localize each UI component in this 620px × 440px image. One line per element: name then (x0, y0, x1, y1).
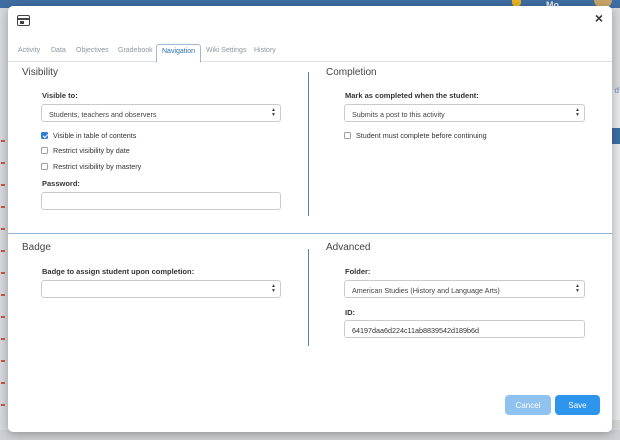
section-divider (8, 233, 612, 234)
password-label: Password: (42, 179, 80, 188)
folder-select[interactable]: American Studies (History and Language A… (344, 280, 585, 298)
tab-navigation[interactable]: Navigation (156, 44, 202, 63)
column-divider (308, 72, 309, 216)
restrict-by-mastery-label: Restrict visibility by mastery (53, 162, 142, 171)
tab-data[interactable]: Data (51, 47, 66, 54)
updown-arrows-icon: ▲ ▼ (271, 107, 276, 118)
restrict-by-date-checkbox[interactable] (41, 147, 48, 154)
visible-in-toc-label: Visible in table of contents (53, 131, 137, 140)
mark-completed-value: Submits a post to this activity (352, 110, 445, 119)
badge-title: Badge (22, 242, 51, 253)
completion-title: Completion (326, 67, 377, 78)
close-icon[interactable]: × (595, 10, 603, 26)
badge-select[interactable]: ▲ ▼ (41, 280, 281, 298)
advanced-title: Advanced (326, 242, 371, 253)
id-label: ID: (345, 308, 355, 317)
folder-value: American Studies (History and Language A… (352, 286, 500, 295)
updown-arrows-icon: ▲ ▼ (271, 283, 276, 294)
visibility-title: Visibility (22, 67, 58, 78)
visible-in-toc-checkbox[interactable] (41, 132, 48, 139)
updown-arrows-icon: ▲ ▼ (575, 107, 580, 118)
folder-label: Folder: (345, 267, 371, 276)
modal-header: × (8, 6, 612, 42)
id-field[interactable]: 64197daa6d224c11ab8839542d189b6d (344, 320, 585, 338)
visible-to-label: Visible to: (42, 91, 78, 100)
background-label: d (614, 86, 619, 95)
tab-bar: Activity Data Objectives Gradebook Navig… (8, 44, 612, 63)
save-button[interactable]: Save (555, 395, 600, 415)
updown-arrows-icon: ▲ ▼ (575, 283, 580, 294)
restrict-by-mastery-checkbox[interactable] (41, 163, 48, 170)
tab-gradebook[interactable]: Gradebook (118, 47, 153, 54)
tab-activity[interactable]: Activity (18, 47, 40, 54)
background-markers (1, 140, 5, 410)
visible-to-value: Students, teachers and observers (49, 110, 157, 119)
must-complete-label: Student must complete before continuing (356, 131, 487, 140)
window-icon (17, 15, 30, 26)
tab-wiki-settings[interactable]: Wiki Settings (206, 47, 246, 54)
background-highlight (612, 128, 620, 144)
restrict-by-date-label: Restrict visibility by date (53, 146, 130, 155)
visible-to-select[interactable]: Students, teachers and observers ▲ ▼ (41, 104, 281, 122)
cancel-button[interactable]: Cancel (505, 395, 551, 415)
column-divider-lower (308, 249, 309, 346)
tab-objectives[interactable]: Objectives (76, 47, 109, 54)
tab-history[interactable]: History (254, 47, 276, 54)
password-input[interactable] (41, 192, 281, 210)
mark-completed-label: Mark as completed when the student: (345, 91, 479, 100)
badge-assign-label: Badge to assign student upon completion: (42, 267, 195, 276)
must-complete-checkbox[interactable] (344, 132, 351, 139)
mark-completed-select[interactable]: Submits a post to this activity ▲ ▼ (344, 104, 585, 122)
activity-settings-modal: × Activity Data Objectives Gradebook Nav… (8, 6, 612, 432)
